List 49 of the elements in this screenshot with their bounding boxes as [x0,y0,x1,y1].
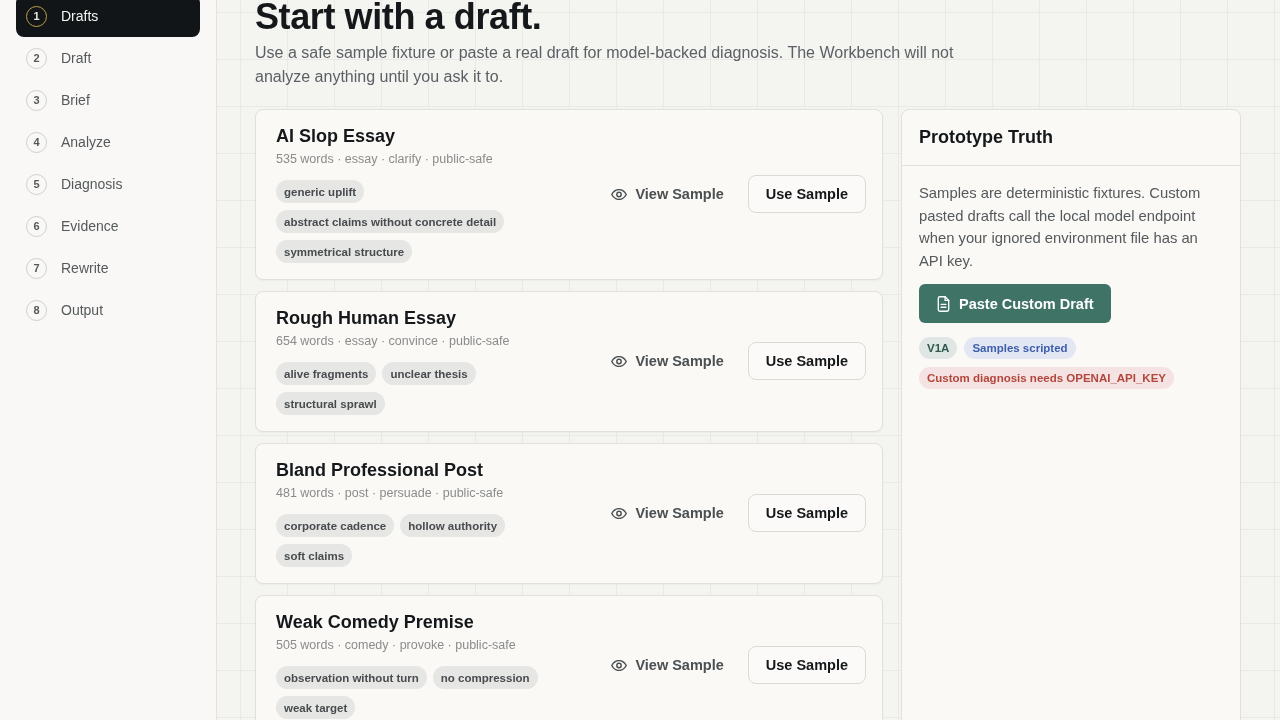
sample-title: Rough Human Essay [276,307,458,329]
sidebar-step[interactable]: 2 Draft [16,37,200,79]
page-subtitle: Use a safe sample fixture or paste a real draft for model-backed diagnosis. The Workbench will not analyze anything until you ask it to. [255,43,955,87]
eye-icon [611,507,628,519]
sample-meta: 654 words · essay · convince · public-safe [276,333,511,349]
tag: no compression [432,666,538,689]
sample-title: AI Slop Essay [276,125,397,147]
sample-title: Bland Professional Post [276,459,485,481]
paste-draft-button[interactable]: Paste Custom Draft [919,284,1111,323]
status-badge: Samples scripted [964,337,1076,359]
panel-title: Prototype Truth [919,127,1053,148]
sample-meta: 481 words · post · persuade · public-safe [276,485,505,501]
tag: structural sprawl [276,392,385,415]
sample-meta: 535 words · essay · clarify · public-safe [276,151,494,167]
use-sample-button[interactable]: Use Sample [747,494,866,532]
tag: weak target [276,696,356,719]
sample-meta: 505 words · comedy · provoke · public-safe [276,637,517,653]
tag: soft claims [276,544,353,567]
view-sample-button[interactable]: View Sample [611,657,724,673]
use-sample-button[interactable]: Use Sample [747,342,866,380]
tag: unclear thesis [382,362,476,385]
tag: hollow authority [400,514,506,537]
sidebar-step[interactable]: 6 Evidence [16,205,200,247]
tag: alive fragments [276,362,377,385]
view-sample-button[interactable]: View Sample [611,353,724,369]
eye-icon [611,659,628,671]
sidebar-step[interactable]: 4 Analyze [16,121,200,163]
sidebar-step[interactable]: 3 Brief [16,79,200,121]
document-icon [937,295,950,312]
panel-text: Samples are deterministic fixtures. Custom pasted drafts call the local model endpoint when your ignored environment file has an API key. [919,184,1202,271]
page-title: Start with a draft. [255,0,543,34]
status-badge: V1A [919,337,958,359]
tag: corporate cadence [276,514,395,537]
tag: symmetrical structure [276,240,413,263]
tag: abstract claims without concrete detail [276,210,505,233]
use-sample-button[interactable]: Use Sample [747,646,866,684]
sample-title: Weak Comedy Premise [276,611,475,633]
sidebar-step[interactable]: 5 Diagnosis [16,163,200,205]
tag: generic uplift [276,180,365,203]
view-sample-button[interactable]: View Sample [611,186,724,202]
eye-icon [611,188,628,200]
tag: observation without turn [276,666,427,689]
sidebar-step[interactable]: 7 Rewrite [16,247,200,289]
use-sample-button[interactable]: Use Sample [747,175,866,213]
view-sample-button[interactable]: View Sample [611,505,724,521]
sidebar-step[interactable]: 1 Drafts [16,0,200,37]
sidebar-step[interactable]: 8 Output [16,289,200,331]
status-badge: Custom diagnosis needs OPENAI_API_KEY [919,367,1174,389]
eye-icon [611,355,628,367]
